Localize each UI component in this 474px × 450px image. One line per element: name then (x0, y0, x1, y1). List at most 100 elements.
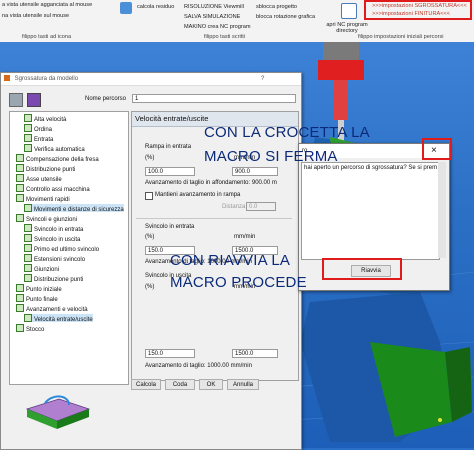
ribbon-calcola-residuo[interactable]: calcola residuo (137, 4, 174, 10)
ok-button[interactable]: OK (199, 379, 223, 390)
tree-item-label: Distribuzione punti (34, 277, 84, 283)
tree-node-icon (24, 134, 32, 142)
tree-node-icon (16, 214, 24, 222)
tree-item[interactable]: Distribuzione punti (16, 164, 76, 173)
annotation-line-3: CON RIAVVIA LA (170, 252, 291, 269)
ribbon-vista-mouse[interactable]: na vista utensile sul mouse (2, 13, 69, 19)
group-label-impostazioni: filippo impostazioni iniziali percorsi (358, 34, 444, 40)
tree-item-label: Asse utensile (26, 177, 62, 183)
tree-node-icon (16, 284, 24, 292)
dialog-titlebar: Sgrossatura da modello ? (1, 73, 301, 86)
tree-item-label: Distribuzione punti (26, 167, 76, 173)
tree-item[interactable]: Verifica automatica (24, 144, 85, 153)
apri-nc-icon[interactable] (341, 3, 357, 19)
ribbon-blocca-rotazione[interactable]: blocca rotazione grafica (256, 14, 315, 20)
tree-item[interactable]: Estensioni svincolo (24, 254, 85, 263)
app-icon (4, 75, 10, 81)
group-label-scritti: filippo tasti scritti (204, 34, 246, 40)
tree-item[interactable]: Asse utensile (16, 174, 62, 183)
calcola-button[interactable]: Calcola (131, 379, 161, 390)
tool-select-icon[interactable] (27, 93, 41, 107)
tree-node-icon (16, 184, 24, 192)
tree-item[interactable]: Svincolo in uscita (24, 234, 81, 243)
tree-node-icon (24, 124, 32, 132)
tree-node-icon (16, 194, 24, 202)
tree-item-label: Verifica automatica (34, 147, 85, 153)
tree-item[interactable]: Giunzioni (24, 264, 60, 273)
highlight-riavvia (322, 258, 402, 280)
tree-item-label: Svincolo in entrata (34, 227, 84, 233)
tree-item-label: Entrata (34, 137, 54, 143)
tree-item-label: Primo ed ultimo svincolo (34, 247, 100, 253)
sv-ent-pct-unit: (%) (145, 234, 155, 240)
sv-usc-pct-input[interactable]: 150.0 (145, 349, 195, 358)
help-icon[interactable]: ? (261, 73, 264, 85)
ribbon-apri-nc[interactable]: apri NC program directory (325, 22, 369, 34)
tree-item-label: Velocità entrate/uscite (34, 317, 93, 323)
tree-item[interactable]: Svincolo in entrata (24, 224, 84, 233)
tree-item[interactable]: Alta velocità (24, 114, 66, 123)
rampa-pct-unit: (%) (145, 155, 155, 161)
tree-item[interactable]: Velocità entrate/uscite (24, 314, 93, 323)
tree-item[interactable]: Punto iniziale (16, 284, 62, 293)
rampa-mm-input[interactable]: 900.0 (232, 167, 278, 176)
rampa-label: Rampa in entrata (145, 144, 192, 150)
tree-node-icon (24, 314, 32, 322)
sv-ent-mm-unit: mm/min (234, 234, 256, 240)
rampa-pct-input[interactable]: 100.0 (145, 167, 195, 176)
ribbon-makino[interactable]: MAKINO crea NC program (184, 24, 251, 30)
tree-node-icon (24, 144, 32, 152)
svincolo-entrata-label: Svincolo in entrata (145, 224, 195, 230)
ribbon-viewmill[interactable]: RISOLUZIONE Viewmill (184, 4, 244, 10)
settings-tree[interactable]: Alta velocità Ordina Entrata Verifica autom… (9, 111, 129, 385)
tree-item[interactable]: Avanzamenti e velocità (16, 304, 88, 313)
tree-node-icon (24, 114, 32, 122)
popup-scrollbar[interactable] (438, 162, 446, 258)
ribbon-vista-agganciata[interactable]: a vista utensile agganciata al mouse (2, 2, 92, 8)
strategy-preview (25, 395, 91, 429)
tree-item[interactable]: Ordina (24, 124, 52, 133)
tree-item[interactable]: Svincoli e giunzioni (16, 214, 78, 223)
ribbon-sblocca-progetto[interactable]: sblocca progetto (256, 4, 297, 10)
coda-button[interactable]: Coda (165, 379, 195, 390)
nome-percorso-input[interactable]: 1 (132, 94, 296, 103)
tree-item[interactable]: Movimenti rapidi (16, 194, 70, 203)
tree-item[interactable]: Movimenti e distanze di sicurezza (24, 204, 124, 213)
tree-node-icon (24, 234, 32, 242)
tree-item[interactable]: Punto finale (16, 294, 58, 303)
tree-item[interactable]: Compensazione della fresa (16, 154, 99, 163)
tree-node-icon (16, 304, 24, 312)
tree-item-label: Compensazione della fresa (26, 157, 99, 163)
tree-node-icon (16, 324, 24, 332)
dialog-title: Sgrossatura da modello (14, 76, 79, 82)
tree-node-icon (24, 254, 32, 262)
spindle-body (318, 60, 364, 80)
tree-item-label: Punto iniziale (26, 287, 62, 293)
tree-item-label: Giunzioni (34, 267, 60, 273)
ribbon-salva-simulazione[interactable]: SALVA SIMULAZIONE (184, 14, 240, 20)
annulla-button[interactable]: Annulla (227, 379, 259, 390)
calcola-residuo-icon[interactable] (120, 2, 132, 14)
tree-item-label: Punto finale (26, 297, 58, 303)
avanz-taglio-2: Avanzamento di taglio: 1000.00 mm/min (145, 363, 252, 369)
tree-item-label: Svincoli e giunzioni (26, 217, 78, 223)
spindle-nose (334, 80, 348, 120)
tree-item[interactable]: Distribuzione punti (24, 274, 84, 283)
sv-usc-mm-input[interactable]: 1500.0 (232, 349, 278, 358)
tree-node-icon (24, 264, 32, 272)
tree-item[interactable]: Entrata (24, 134, 54, 143)
annotation-line-1: CON LA CROCETTA LA (204, 124, 370, 141)
tree-node-icon (24, 244, 32, 252)
tree-item-label: Svincolo in uscita (34, 237, 81, 243)
highlight-close (422, 138, 452, 160)
tree-item[interactable]: Primo ed ultimo svincolo (24, 244, 100, 253)
tree-node-icon (24, 274, 32, 282)
mantieni-checkbox[interactable] (145, 192, 153, 200)
grid-view-icon[interactable] (9, 93, 23, 107)
distanza-input[interactable]: 0.0 (246, 202, 276, 211)
tree-node-icon (16, 294, 24, 302)
tree-item-label: Movimenti rapidi (26, 197, 70, 203)
tree-node-icon (24, 224, 32, 232)
tree-item[interactable]: Stocco (16, 324, 44, 333)
tree-item[interactable]: Controllo assi macchina (16, 184, 90, 193)
